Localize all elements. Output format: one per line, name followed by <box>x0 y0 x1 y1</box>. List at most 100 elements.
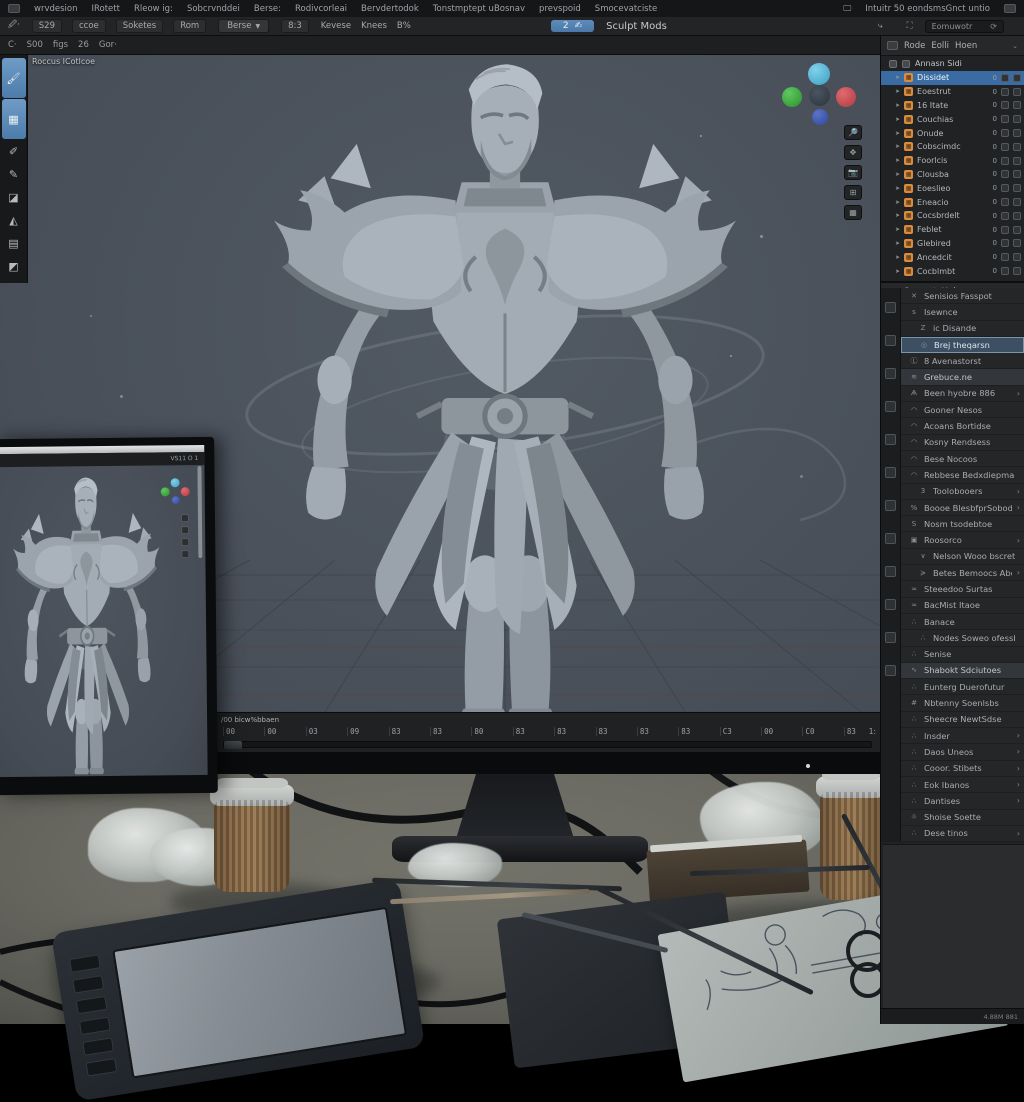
workspace-icon[interactable] <box>1004 4 1016 13</box>
frame-tick[interactable]: 00 <box>264 727 276 736</box>
tablet-express-keys[interactable] <box>69 954 118 1083</box>
visibility-icon[interactable] <box>1001 198 1009 206</box>
visibility-icon[interactable] <box>1001 129 1009 137</box>
tablet-screen[interactable] <box>112 907 407 1079</box>
properties-row[interactable]: Ѧ Been hyobre 886 › <box>901 386 1024 402</box>
secondary-gizmo[interactable] <box>161 478 191 508</box>
outliner-row[interactable]: ➤ ▦ Dissidet 0 <box>881 71 1024 85</box>
properties-row[interactable]: ◠ Kosny Rendsess <box>901 435 1024 451</box>
outliner-row[interactable]: ➤ ▦ Glebired 0 <box>881 237 1024 251</box>
menu-item[interactable]: Rodivcorleai <box>295 4 347 14</box>
outliner-row[interactable]: ➤ ▦ Cocsbrdelt 0 <box>881 209 1024 223</box>
menu-item[interactable]: Tonstmptept uBosnav <box>433 4 525 14</box>
render-icon[interactable] <box>1013 267 1021 275</box>
tab-icon[interactable] <box>885 500 896 511</box>
secondary-scrollbar[interactable] <box>197 466 202 558</box>
frame-tick[interactable]: 83 <box>430 727 442 736</box>
properties-row[interactable]: ◠ Gooner Nesos <box>901 402 1024 418</box>
chevron-right-icon[interactable]: › <box>1017 796 1020 805</box>
tab-icon[interactable] <box>885 533 896 544</box>
toolbar-item[interactable]: Knees <box>361 21 387 31</box>
frame-tick[interactable]: 83 <box>637 727 649 736</box>
render-icon[interactable] <box>1013 239 1021 247</box>
axis-bottom-blue-icon[interactable] <box>172 496 180 504</box>
properties-row[interactable]: ∴ Insder › <box>901 728 1024 744</box>
properties-row[interactable]: ◠ Rebbese Bedxdiepman <box>901 467 1024 483</box>
axis-left-green-icon[interactable] <box>782 87 802 107</box>
chevron-right-icon[interactable]: › <box>1017 747 1020 756</box>
toolbar-item[interactable]: S29 <box>32 19 62 33</box>
properties-row[interactable]: s Isewnce <box>901 304 1024 320</box>
sculpted-character[interactable] <box>268 59 742 725</box>
visibility-icon[interactable] <box>1001 115 1009 123</box>
visibility-icon[interactable] <box>1001 239 1009 247</box>
properties-row[interactable]: ∴ Daos Uneos › <box>901 744 1024 760</box>
tab-icon[interactable] <box>885 467 896 478</box>
toolbar-item[interactable]: Kevese <box>321 21 351 31</box>
viewport-header-item[interactable]: S00 <box>27 40 43 50</box>
properties-row[interactable]: ◠ Acoans Bortidse <box>901 418 1024 434</box>
frame-tick[interactable]: C0 <box>802 727 814 736</box>
visibility-icon[interactable] <box>1001 212 1009 220</box>
sculpt-tool[interactable]: ▤ <box>2 232 26 254</box>
properties-row[interactable]: ✕ Senisios Fasspot <box>901 288 1024 304</box>
menu-item[interactable]: Berse: <box>254 4 281 14</box>
axis-right-red-icon[interactable] <box>836 87 856 107</box>
sculpt-tool[interactable]: ◩ <box>2 255 26 277</box>
properties-row[interactable]: ∿ Shabokt Sdciutoes <box>901 663 1024 679</box>
outliner-row[interactable]: ➤ ▦ Eneacio 0 <box>881 195 1024 209</box>
sculpt-tool[interactable]: ✐ <box>2 140 26 162</box>
properties-row[interactable]: ≋ Grebuce.ne <box>901 369 1024 385</box>
visibility-icon[interactable] <box>1001 170 1009 178</box>
frame-tick[interactable]: 00 <box>761 727 773 736</box>
viewport-nav-button[interactable]: ⊞ <box>844 185 862 200</box>
properties-row[interactable]: Z ic Disande <box>901 321 1024 337</box>
outliner-row[interactable]: ➤ ▦ Onude 0 <box>881 126 1024 140</box>
render-icon[interactable] <box>1013 74 1021 82</box>
menu-item[interactable]: Smocevatciste <box>595 4 657 14</box>
viewport-nav-button[interactable]: 🔎 <box>844 125 862 140</box>
outliner-row[interactable]: ➤ ▦ Eoestrut 0 <box>881 85 1024 99</box>
app-logo-icon[interactable] <box>8 4 20 13</box>
outliner-root-row[interactable]: Annasn Sidi <box>881 56 1024 71</box>
visibility-icon[interactable] <box>1001 74 1009 82</box>
properties-row[interactable]: ▣ Roosorco › <box>901 532 1024 548</box>
outliner-row[interactable]: ➤ ▦ Ancedcit 0 <box>881 250 1024 264</box>
outliner-menu-item[interactable]: Hoen <box>955 41 977 51</box>
viewport-nav-button[interactable]: ✥ <box>844 145 862 160</box>
tab-icon[interactable] <box>885 401 896 412</box>
chevron-right-icon[interactable]: › <box>1017 503 1020 512</box>
brush-icon[interactable]: 🖉· <box>8 19 20 33</box>
render-icon[interactable] <box>1013 143 1021 151</box>
render-icon[interactable] <box>1013 253 1021 261</box>
properties-row[interactable]: Ⓛ 8 Avenastorst <box>901 353 1024 369</box>
render-icon[interactable] <box>1013 184 1021 192</box>
properties-row[interactable]: ☼ Shoise Soette <box>901 810 1024 826</box>
render-icon[interactable] <box>1013 226 1021 234</box>
frame-tick[interactable]: 03 <box>306 727 318 736</box>
render-icon[interactable] <box>1013 129 1021 137</box>
render-icon[interactable] <box>1013 101 1021 109</box>
tab-icon[interactable] <box>885 566 896 577</box>
chevron-right-icon[interactable]: › <box>1017 536 1020 545</box>
properties-row[interactable]: ∴ Eok Ibanos › <box>901 777 1024 793</box>
sculpt-tool[interactable]: ◭ <box>2 209 26 231</box>
properties-row[interactable]: ∴ Eunterg Duerofutur <box>901 679 1024 695</box>
frame-tick[interactable]: 09 <box>347 727 359 736</box>
properties-row[interactable]: ∴ Senise <box>901 647 1024 663</box>
visibility-icon[interactable] <box>1001 143 1009 151</box>
toolbar-item[interactable]: Soketes <box>116 19 163 33</box>
render-icon[interactable] <box>1013 212 1021 220</box>
properties-row[interactable]: ≽ Betes Bemoocs Aben › <box>901 565 1024 581</box>
chevron-right-icon[interactable]: › <box>1017 389 1020 398</box>
frame-tick[interactable]: 83 <box>554 727 566 736</box>
frame-tick[interactable]: 83 <box>844 727 856 736</box>
frame-tick[interactable]: 80 <box>471 727 483 736</box>
search-input[interactable]: Eomuwotr ⟳ <box>925 20 1004 33</box>
frame-tick[interactable]: C3 <box>720 727 732 736</box>
render-icon[interactable] <box>1013 88 1021 96</box>
visibility-icon[interactable] <box>1001 226 1009 234</box>
sculpt-tool[interactable]: ✎ <box>2 163 26 185</box>
chevron-right-icon[interactable]: › <box>1017 731 1020 740</box>
nav-button[interactable] <box>181 526 189 534</box>
